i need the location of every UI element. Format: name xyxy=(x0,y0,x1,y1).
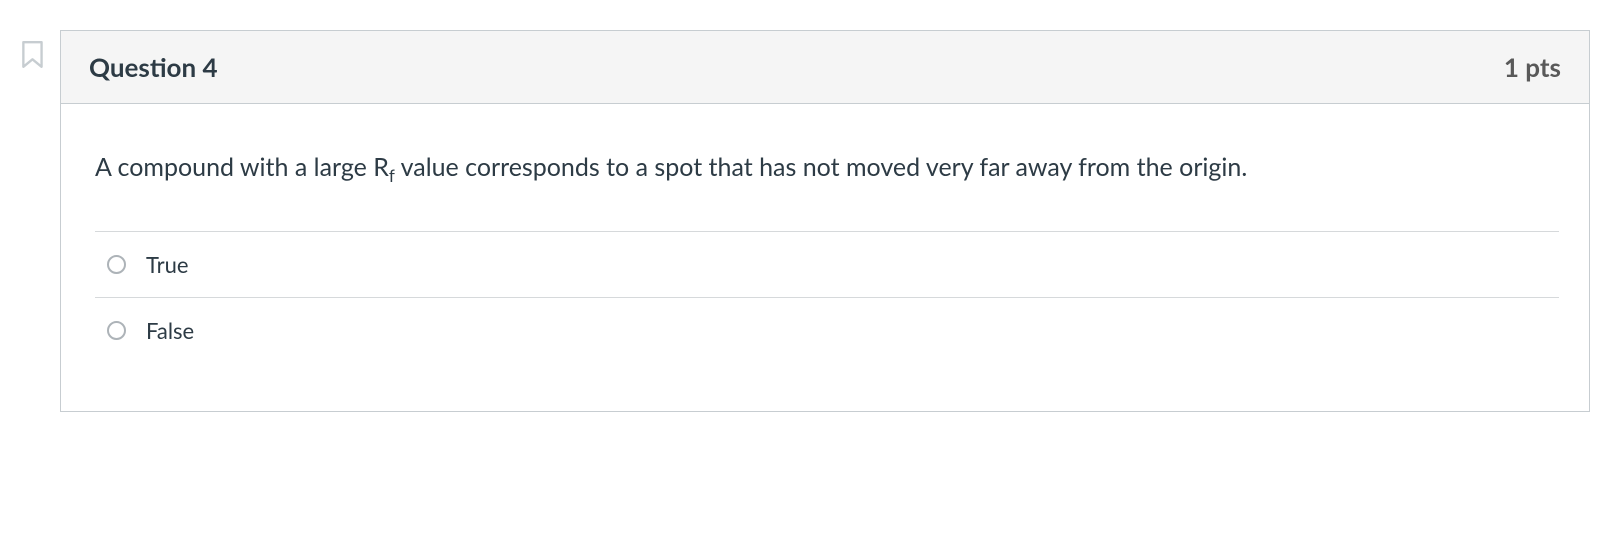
option-label: False xyxy=(146,317,194,344)
option-false[interactable]: False xyxy=(95,298,1559,363)
question-title: Question 4 xyxy=(89,51,218,83)
question-body: A compound with a large Rf value corresp… xyxy=(61,104,1589,411)
question-wrapper: Question 4 1 pts A compound with a large… xyxy=(20,30,1596,412)
options-list: True False xyxy=(95,231,1559,363)
question-text: A compound with a large Rf value corresp… xyxy=(95,148,1559,189)
question-text-part2: value corresponds to a spot that has not… xyxy=(395,152,1247,182)
radio-true[interactable] xyxy=(107,255,126,274)
question-card: Question 4 1 pts A compound with a large… xyxy=(60,30,1590,412)
option-true[interactable]: True xyxy=(95,232,1559,298)
question-header: Question 4 1 pts xyxy=(61,31,1589,104)
option-label: True xyxy=(146,251,188,278)
question-points: 1 pts xyxy=(1504,51,1561,83)
radio-false[interactable] xyxy=(107,321,126,340)
question-text-part1: A compound with a large R xyxy=(95,152,389,182)
bookmark-icon[interactable] xyxy=(20,40,46,70)
